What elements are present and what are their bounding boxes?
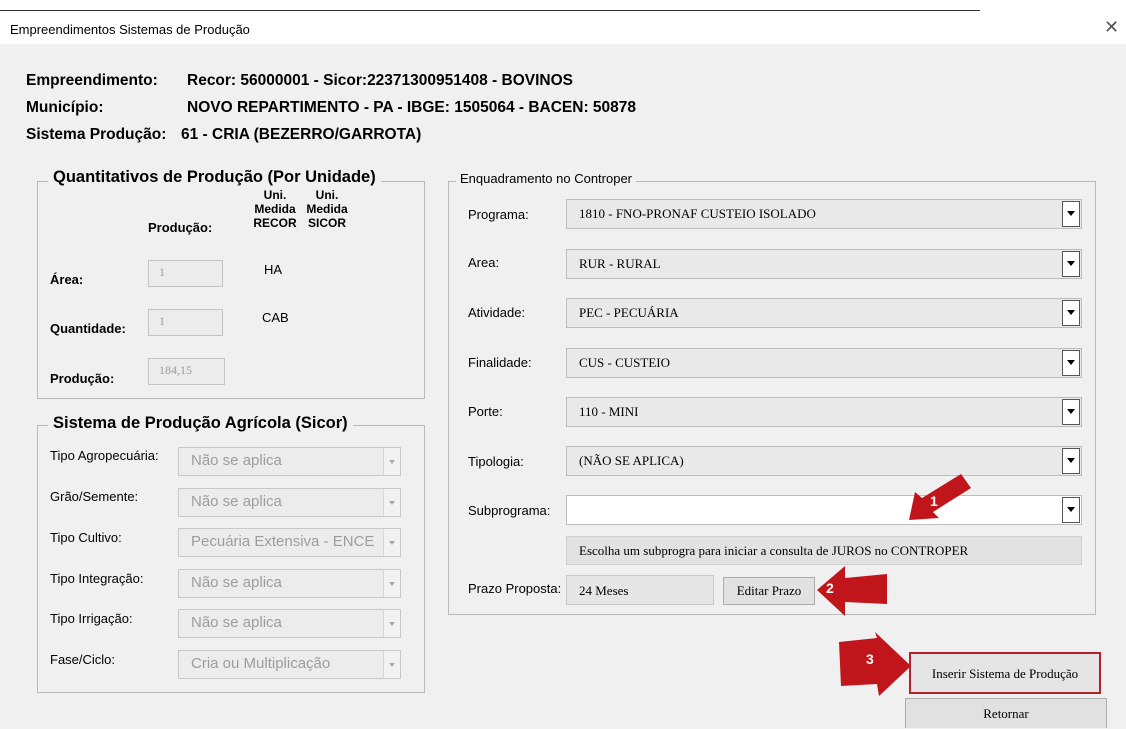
empreendimento-label: Empreendimento:: [26, 72, 158, 89]
finalidade-value: CUS - CUSTEIO: [579, 355, 671, 370]
fase-ciclo-select[interactable]: Cria ou Multiplicação: [178, 650, 401, 679]
area-unit: HA: [264, 262, 283, 277]
area-select[interactable]: RUR - RURAL: [566, 249, 1082, 279]
subprograma-label: Subprograma:: [468, 503, 551, 518]
producao-label: Produção:: [50, 371, 115, 386]
porte-label: Porte:: [468, 404, 503, 419]
programa-select[interactable]: 1810 - FNO-PRONAF CUSTEIO ISOLADO: [566, 199, 1082, 229]
prazo-proposta-label: Prazo Proposta:: [468, 581, 562, 596]
inserir-sistema-button[interactable]: Inserir Sistema de Produção: [909, 652, 1101, 694]
chevron-down-icon[interactable]: [383, 448, 400, 475]
col-uni-sicor-header: Uni. Medida SICOR: [306, 188, 348, 230]
atividade-label: Atividade:: [468, 305, 526, 320]
tipologia-select[interactable]: (NÃO SE APLICA): [566, 446, 1082, 476]
tipo-cultivo-select[interactable]: Pecuária Extensiva - ENCE: [178, 528, 401, 557]
chevron-down-icon[interactable]: [1062, 448, 1080, 474]
top-divider: [0, 10, 980, 11]
chevron-down-icon[interactable]: [1062, 399, 1080, 425]
chevron-down-icon[interactable]: [383, 651, 400, 678]
grao-semente-select[interactable]: Não se aplica: [178, 488, 401, 517]
fase-ciclo-label: Fase/Ciclo:: [50, 652, 116, 667]
subprograma-select[interactable]: [566, 495, 1082, 525]
chevron-down-icon[interactable]: [1062, 350, 1080, 376]
programa-value: 1810 - FNO-PRONAF CUSTEIO ISOLADO: [579, 206, 816, 221]
tipo-cultivo-value: Pecuária Extensiva - ENCE: [191, 533, 375, 550]
sicor-legend: Sistema de Produção Agrícola (Sicor): [48, 414, 353, 433]
tipo-irrigacao-select[interactable]: Não se aplica: [178, 609, 401, 638]
close-icon[interactable]: ✕: [1104, 17, 1119, 38]
controper-legend: Enquadramento no Controper: [456, 171, 637, 186]
programa-label: Programa:: [468, 207, 529, 222]
chevron-down-icon[interactable]: [1062, 201, 1080, 227]
annotation-number-3: 3: [866, 651, 874, 667]
quantidade-label: Quantidade:: [50, 321, 126, 336]
chevron-down-icon[interactable]: [1062, 497, 1080, 523]
chevron-down-icon[interactable]: [383, 610, 400, 637]
chevron-down-icon[interactable]: [1062, 300, 1080, 326]
porte-value: 110 - MINI: [579, 404, 639, 419]
col-uni-recor-header: Uni. Medida RECOR: [253, 188, 297, 230]
producao-input[interactable]: 184,15: [148, 358, 225, 385]
area-label: Área:: [50, 272, 84, 287]
empreendimento-value: Recor: 56000001 - Sicor:22371300951408 -…: [187, 72, 574, 89]
chevron-down-icon[interactable]: [383, 529, 400, 556]
sistema-producao-value: 61 - CRIA (BEZERRO/GARROTA): [181, 126, 422, 143]
tipo-cultivo-label: Tipo Cultivo:: [50, 530, 122, 545]
grao-semente-value: Não se aplica: [191, 493, 282, 510]
annotation-number-1: 1: [930, 493, 938, 509]
grao-semente-label: Grão/Semente:: [50, 489, 139, 504]
quantidade-input[interactable]: 1: [148, 309, 223, 336]
municipio-label: Município:: [26, 99, 104, 116]
quantitativos-legend: Quantitativos de Produção (Por Unidade): [48, 168, 381, 187]
tipo-integracao-value: Não se aplica: [191, 574, 282, 591]
chevron-down-icon[interactable]: [383, 489, 400, 516]
tipo-irrigacao-value: Não se aplica: [191, 614, 282, 631]
atividade-value: PEC - PECUÁRIA: [579, 305, 679, 320]
annotation-number-2: 2: [826, 580, 834, 596]
tipo-irrigacao-label: Tipo Irrigação:: [50, 611, 133, 626]
tipo-integracao-label: Tipo Integração:: [50, 571, 144, 586]
editar-prazo-button[interactable]: Editar Prazo: [723, 577, 815, 605]
tipo-agropecuaria-select[interactable]: Não se aplica: [178, 447, 401, 476]
annotation-arrow-3: [839, 632, 911, 696]
finalidade-select[interactable]: CUS - CUSTEIO: [566, 348, 1082, 378]
tipologia-label: Tipologia:: [468, 454, 524, 469]
quantidade-unit: CAB: [262, 310, 289, 325]
tipo-agropecuaria-label: Tipo Agropecuária:: [50, 448, 159, 463]
col-producao-header: Produção:: [148, 220, 213, 235]
tipo-integracao-select[interactable]: Não se aplica: [178, 569, 401, 598]
area-select-value: RUR - RURAL: [579, 256, 661, 271]
atividade-select[interactable]: PEC - PECUÁRIA: [566, 298, 1082, 328]
chevron-down-icon[interactable]: [1062, 251, 1080, 277]
municipio-value: NOVO REPARTIMENTO - PA - IBGE: 1505064 -…: [187, 99, 637, 116]
prazo-proposta-value: 24 Meses: [566, 575, 714, 605]
porte-select[interactable]: 110 - MINI: [566, 397, 1082, 427]
tipo-agropecuaria-value: Não se aplica: [191, 452, 282, 469]
chevron-down-icon[interactable]: [383, 570, 400, 597]
quantitativos-group: [37, 181, 425, 399]
window-title: Empreendimentos Sistemas de Produção: [10, 22, 250, 37]
fase-ciclo-value: Cria ou Multiplicação: [191, 655, 331, 672]
annotation-arrow-1: [909, 474, 971, 520]
area-controper-label: Area:: [468, 255, 500, 270]
finalidade-label: Finalidade:: [468, 355, 532, 370]
tipologia-value: (NÃO SE APLICA): [579, 453, 684, 468]
sistema-producao-label: Sistema Produção:: [26, 126, 167, 143]
area-input[interactable]: 1: [148, 260, 223, 287]
